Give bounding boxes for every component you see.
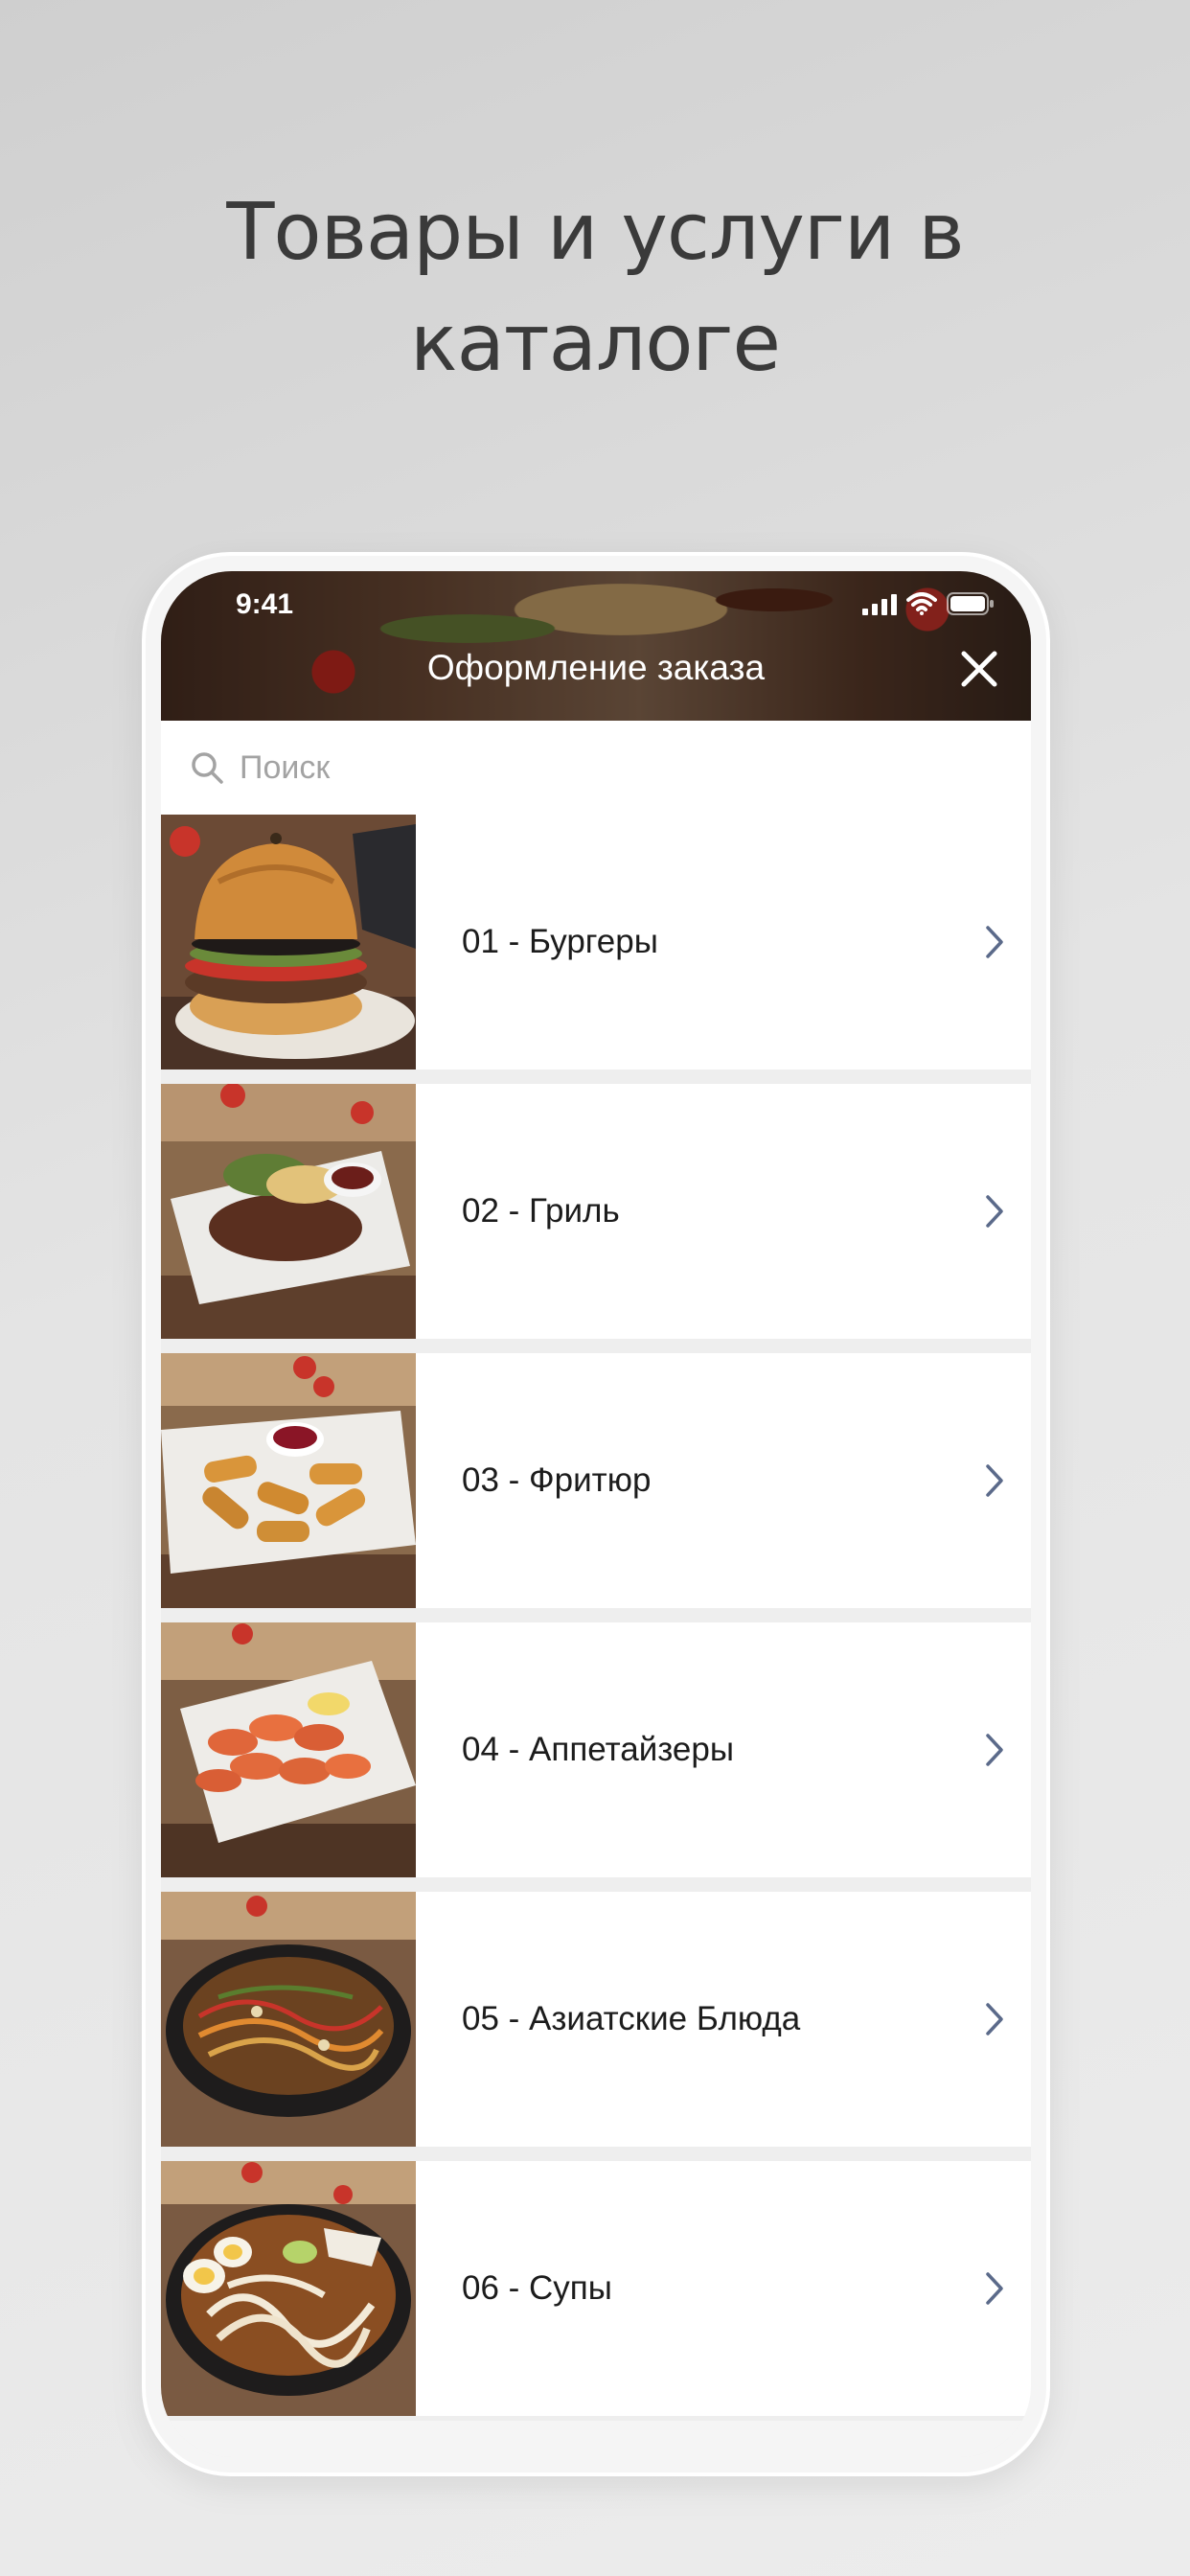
category-label: 04 - Аппетайзеры <box>462 1731 734 1768</box>
category-label: 05 - Азиатские Блюда <box>462 2000 801 2037</box>
app-screen: 9:41 Оформление заказа Поиск 01 - Бургер… <box>161 571 1031 2457</box>
appetizers-thumbnail <box>161 1622 416 1877</box>
search-input[interactable] <box>238 748 912 788</box>
fried-thumbnail <box>161 1353 416 1608</box>
category-row-burgers[interactable]: 01 - Бургеры <box>161 815 1031 1070</box>
chevron-right-icon <box>986 1195 1003 1228</box>
category-label: 01 - Бургеры <box>462 923 658 960</box>
close-icon[interactable] <box>956 646 1002 692</box>
status-icons <box>862 592 995 615</box>
search-bar[interactable] <box>161 721 1031 815</box>
category-row-asian[interactable]: 05 - Азиатские Блюда <box>161 1892 1031 2147</box>
chevron-right-icon <box>986 2003 1003 2036</box>
wifi-icon <box>906 592 937 615</box>
soups-thumbnail <box>161 2161 416 2416</box>
category-label: 02 - Гриль <box>462 1192 620 1230</box>
page-title: Оформление заказа <box>426 648 766 687</box>
chevron-right-icon <box>986 1464 1003 1497</box>
promo-headline: Товары и услуги в каталоге <box>0 177 1190 400</box>
asian-thumbnail <box>161 1892 416 2147</box>
chevron-right-icon <box>986 926 1003 958</box>
promo-headline-line2: каталоге <box>410 298 781 389</box>
battery-icon <box>947 592 994 615</box>
status-time: 9:41 <box>236 588 294 620</box>
header-banner: 9:41 Оформление заказа <box>161 571 1031 721</box>
signal-icon <box>862 594 897 615</box>
category-row-appetizers[interactable]: 04 - Аппетайзеры <box>161 1622 1031 1877</box>
bottom-strip <box>161 2421 1031 2457</box>
chevron-right-icon <box>986 1734 1003 1766</box>
category-row-grill[interactable]: 02 - Гриль <box>161 1084 1031 1339</box>
category-row-soups[interactable]: 06 - Супы <box>161 2161 1031 2416</box>
category-label: 06 - Супы <box>462 2269 612 2307</box>
phone-frame: 9:41 Оформление заказа Поиск 01 - Бургер… <box>146 556 1046 2472</box>
category-list: 01 - Бургеры 02 - Гриль 03 - Фритюр 04 -… <box>161 815 1031 2430</box>
category-row-fried[interactable]: 03 - Фритюр <box>161 1353 1031 1608</box>
grill-thumbnail <box>161 1084 416 1339</box>
search-icon <box>192 752 223 784</box>
burger-thumbnail <box>161 815 416 1070</box>
chevron-right-icon <box>986 2272 1003 2305</box>
category-label: 03 - Фритюр <box>462 1461 652 1499</box>
promo-headline-line1: Товары и услуги в <box>226 187 964 278</box>
